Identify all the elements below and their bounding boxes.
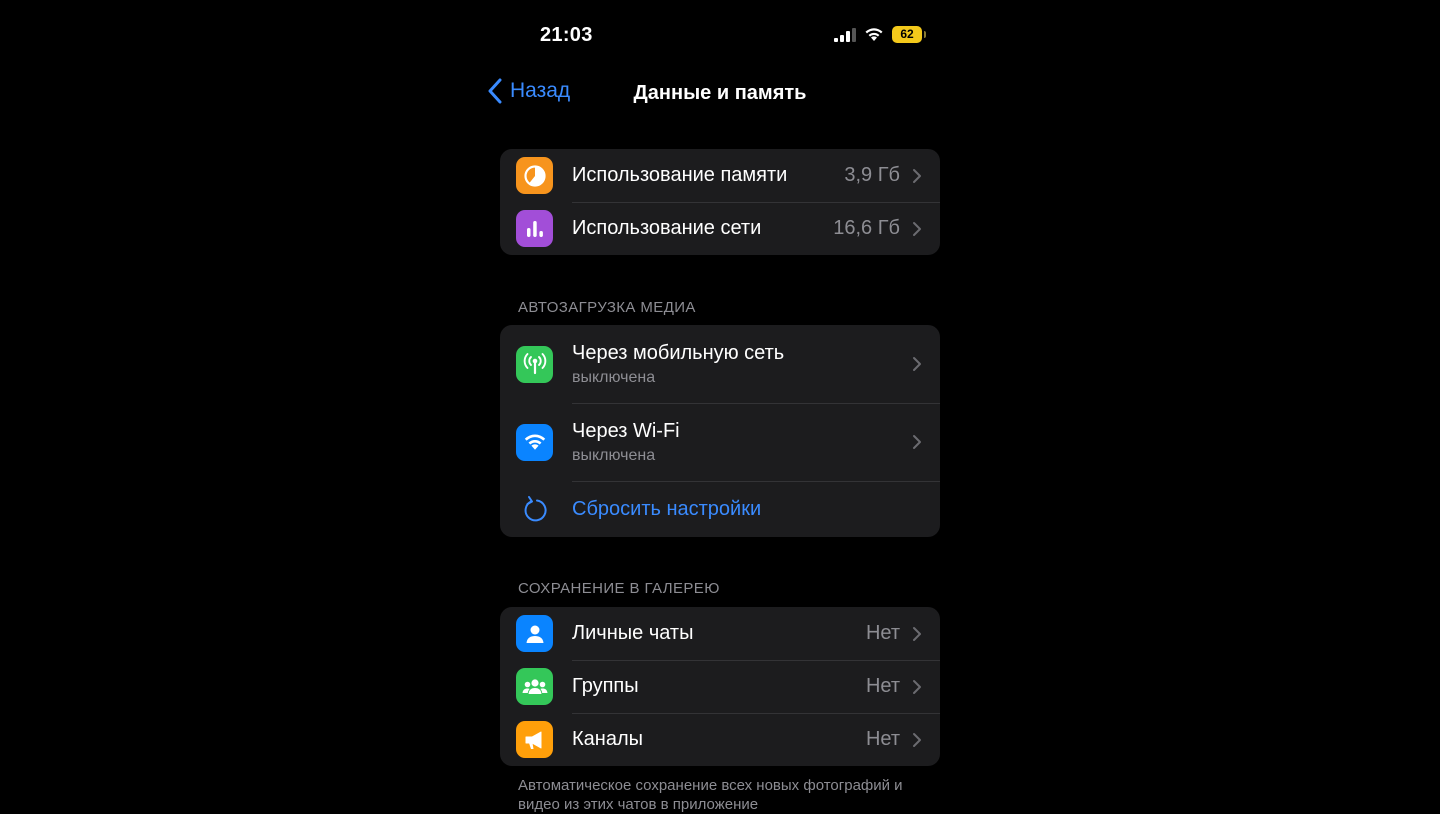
status-bar: 21:03 62 (500, 20, 940, 52)
network-usage-value: 16,6 Гб (833, 217, 900, 239)
gallery-group: Личные чаты Нет Группы Нет Каналы Нет (500, 607, 940, 766)
person-icon (526, 625, 543, 643)
groups-icon-tile (516, 668, 553, 705)
private-chats-row[interactable]: Личные чаты Нет (500, 607, 940, 660)
gallery-footer-note: Автоматическое сохранение всех новых фот… (518, 777, 903, 813)
private-chats-label: Личные чаты (572, 622, 694, 644)
usage-group: Использование памяти 3,9 Гб Использовани… (500, 149, 940, 255)
wifi-row[interactable]: Через Wi-Fi выключена (500, 403, 940, 481)
channels-value: Нет (865, 728, 900, 750)
wifi-icon (524, 434, 545, 450)
status-time: 21:03 (540, 24, 593, 46)
mobile-network-status: выключена (572, 368, 656, 386)
group-icon (522, 678, 547, 694)
chevron-right-icon (913, 221, 921, 236)
chevron-right-icon (913, 626, 921, 641)
pie-chart-icon (523, 164, 546, 187)
groups-row[interactable]: Группы Нет (500, 660, 940, 713)
battery-indicator: 62 (892, 26, 926, 43)
storage-usage-label: Использование памяти (572, 164, 788, 186)
antenna-icon (523, 353, 546, 375)
groups-label: Группы (572, 675, 639, 697)
network-usage-row[interactable]: Использование сети 16,6 Гб (500, 202, 940, 255)
back-button[interactable]: Назад (488, 78, 570, 104)
groups-value: Нет (865, 675, 900, 697)
back-button-label: Назад (510, 79, 571, 102)
status-icons: 62 (834, 26, 926, 43)
chevron-right-icon (913, 168, 921, 183)
bar-chart-icon (526, 220, 543, 237)
network-usage-label: Использование сети (572, 217, 762, 239)
private-chats-icon-tile (516, 615, 553, 652)
autodownload-group: Через мобильную сеть выключена Через Wi-… (500, 325, 940, 537)
gallery-section-header: СОХРАНЕНИЕ В ГАЛЕРЕЮ (518, 580, 720, 597)
wifi-icon-tile (516, 423, 553, 461)
reset-arrow-icon (524, 496, 546, 522)
megaphone-icon (525, 731, 541, 749)
chevron-right-icon (913, 357, 921, 371)
wifi-status: выключена (572, 446, 656, 464)
channels-row[interactable]: Каналы Нет (500, 713, 940, 766)
autodownload-section-header: АВТОЗАГРУЗКА МЕДИА (518, 299, 696, 316)
storage-icon-tile (516, 157, 553, 194)
mobile-network-label: Через мобильную сеть (572, 341, 785, 364)
chevron-left-icon (488, 78, 502, 104)
reset-settings-label: Сбросить настройки (572, 497, 762, 520)
mobile-network-icon-tile (516, 345, 553, 383)
wifi-label: Через Wi-Fi (572, 419, 680, 442)
channels-icon-tile (516, 721, 553, 758)
chevron-right-icon (913, 732, 921, 747)
chevron-right-icon (913, 435, 921, 449)
reset-settings-button[interactable]: Сбросить настройки (500, 481, 940, 537)
mobile-network-row[interactable]: Через мобильную сеть выключена (500, 325, 940, 403)
network-icon-tile (516, 210, 553, 247)
reset-icon-tile (516, 491, 553, 528)
wifi-status-icon (865, 28, 883, 41)
storage-usage-value: 3,9 Гб (844, 164, 900, 186)
navigation-bar: Данные и память Назад (480, 74, 960, 114)
cellular-signal-icon (834, 27, 856, 42)
private-chats-value: Нет (865, 622, 900, 644)
channels-label: Каналы (572, 728, 643, 750)
storage-usage-row[interactable]: Использование памяти 3,9 Гб (500, 149, 940, 202)
chevron-right-icon (913, 679, 921, 694)
